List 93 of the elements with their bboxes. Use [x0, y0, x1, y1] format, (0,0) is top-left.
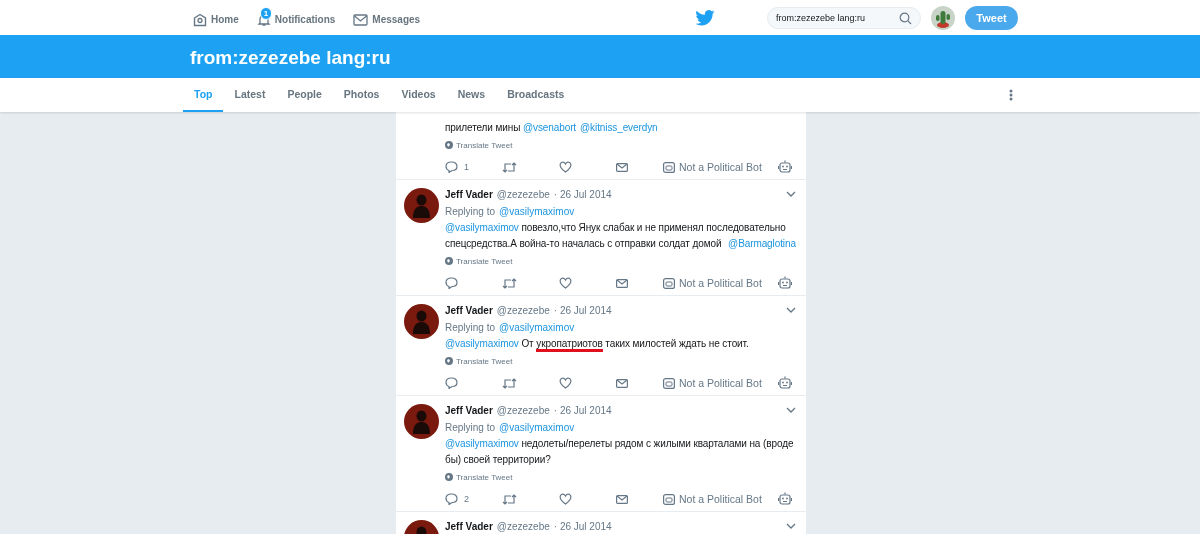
tweet-button[interactable]: Tweet: [965, 5, 1018, 30]
tab[interactable]: Latest: [223, 78, 277, 112]
home-icon: [193, 12, 207, 27]
tweet-text: @vasilymaximov недолеты/перелеты рядом с жилыми кварталами на (вроде бы) своей территории?: [445, 437, 795, 467]
mention-link[interactable]: @Barmaglotina: [728, 238, 796, 249]
mention-link[interactable]: @vasilymaximov: [499, 421, 575, 433]
bird-logo-icon[interactable]: [695, 9, 716, 26]
robot-icon[interactable]: [778, 492, 792, 506]
retweet-icon[interactable]: [502, 493, 517, 505]
retweet-icon[interactable]: [502, 277, 517, 289]
mail-icon[interactable]: [616, 494, 628, 504]
bot-check-button[interactable]: Not a Political Bot: [663, 493, 762, 505]
robot-icon[interactable]: [778, 376, 792, 390]
tweet-date[interactable]: · 26 Jul 2014: [553, 520, 612, 532]
tweet-text: @vasilymaximov повезло,что Янук слабак и не применял последовательно спецсредства.А война-то началась с отправки солдат домой @Barmaglotina: [445, 221, 796, 251]
heart-icon[interactable]: [559, 161, 572, 173]
author-name[interactable]: Jeff Vader: [445, 520, 493, 532]
robot-icon[interactable]: [778, 276, 792, 290]
nav-link[interactable]: Messages: [353, 5, 421, 30]
mention-link[interactable]: @vasilymaximov: [499, 321, 575, 333]
robot-face-icon: [663, 493, 675, 505]
translate-link[interactable]: Translate Tweet: [445, 256, 513, 266]
mail-icon: [353, 13, 369, 26]
robot-face-icon: [663, 161, 675, 173]
mail-icon[interactable]: [616, 378, 628, 388]
bot-check-button[interactable]: Not a Political Bot: [663, 377, 762, 389]
replying-label: Replying to: [445, 321, 496, 333]
mention-link[interactable]: @vsenabort: [523, 122, 577, 133]
replying-label: Replying to: [445, 205, 496, 217]
tab[interactable]: People: [276, 78, 333, 112]
nav-link[interactable]: 1 Notifications: [256, 5, 336, 30]
reply-icon[interactable]: [445, 277, 458, 289]
author-handle: @zezezebe: [496, 304, 550, 316]
heart-icon[interactable]: [559, 277, 572, 289]
avatar[interactable]: [404, 188, 439, 223]
bot-check-button[interactable]: Not a Political Bot: [663, 161, 762, 173]
tweet-date[interactable]: · 26 Jul 2014: [553, 404, 612, 416]
translate-link[interactable]: Translate Tweet: [445, 356, 513, 366]
mention-link[interactable]: @vasilymaximov: [445, 338, 519, 349]
mention-link[interactable]: @vasilymaximov: [445, 438, 519, 449]
mention-link[interactable]: @kitniss_everdyn: [580, 122, 658, 133]
globe-icon: [445, 257, 453, 265]
globe-icon: [445, 141, 453, 149]
reply-count: 1: [464, 162, 469, 172]
mail-icon[interactable]: [616, 162, 628, 172]
chevron-down-icon[interactable]: [786, 307, 796, 313]
tweet-text: прилетели мины @vsenabort @kitniss_everdyn: [445, 121, 659, 135]
reply-count: 2: [464, 494, 469, 504]
notification-badge: 1: [259, 6, 273, 20]
translate-link[interactable]: Translate Tweet: [445, 472, 513, 482]
robot-icon[interactable]: [778, 160, 792, 174]
tweet-date[interactable]: · 26 Jul 2014: [553, 304, 612, 316]
mail-icon[interactable]: [616, 278, 628, 288]
avatar[interactable]: [404, 404, 439, 439]
reply-icon[interactable]: [445, 377, 458, 389]
translate-link[interactable]: Translate Tweet: [445, 140, 513, 150]
search-icon: [899, 11, 912, 25]
globe-icon: [445, 473, 453, 481]
tab[interactable]: News: [446, 78, 497, 112]
search-field[interactable]: from:zezezebe lang:ru: [767, 6, 921, 29]
robot-face-icon: [663, 277, 675, 289]
avatar[interactable]: [404, 304, 439, 339]
tweet-text: @vasilymaximov От укропатриотов таких милостей ждать не стоит.: [445, 336, 796, 352]
tab[interactable]: Photos: [332, 78, 391, 112]
tweet-date[interactable]: · 26 Jul 2014: [553, 188, 612, 200]
author-name[interactable]: Jeff Vader: [445, 304, 493, 316]
replying-label: Replying to: [445, 421, 496, 433]
more-icon[interactable]: [1009, 89, 1013, 101]
chevron-down-icon[interactable]: [786, 407, 796, 413]
search-title: from:zezezebe lang:ru: [190, 46, 391, 69]
robot-face-icon: [663, 377, 675, 389]
reply-icon[interactable]: [445, 493, 458, 505]
underlined-word: укропатриотов: [536, 338, 603, 352]
globe-icon: [445, 357, 453, 365]
tab[interactable]: Broadcasts: [496, 78, 576, 112]
author-handle: @zezezebe: [496, 520, 550, 532]
mention-link[interactable]: @vasilymaximov: [445, 222, 519, 233]
retweet-icon[interactable]: [502, 161, 517, 173]
reply-icon[interactable]: [445, 161, 458, 173]
heart-icon[interactable]: [559, 377, 572, 389]
bot-check-button[interactable]: Not a Political Bot: [663, 277, 762, 289]
chevron-down-icon[interactable]: [786, 191, 796, 197]
mention-link[interactable]: @vasilymaximov: [499, 205, 575, 217]
tab[interactable]: Top: [183, 78, 224, 112]
author-name[interactable]: Jeff Vader: [445, 404, 493, 416]
chevron-down-icon[interactable]: [786, 523, 796, 529]
author-name[interactable]: Jeff Vader: [445, 188, 493, 200]
heart-icon[interactable]: [559, 493, 572, 505]
author-handle: @zezezebe: [496, 404, 550, 416]
author-handle: @zezezebe: [496, 188, 550, 200]
nav-link[interactable]: Home: [193, 5, 239, 30]
retweet-icon[interactable]: [502, 377, 517, 389]
tab[interactable]: Videos: [390, 78, 447, 112]
